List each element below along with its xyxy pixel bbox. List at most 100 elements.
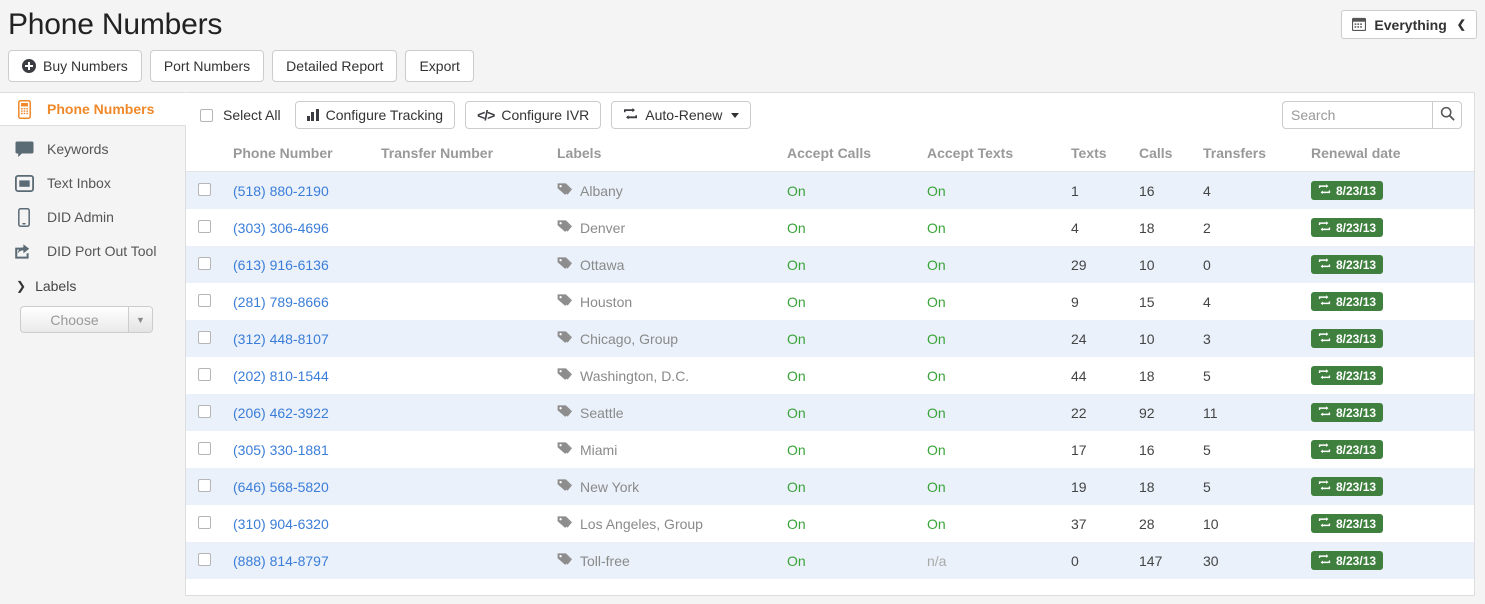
cell-calls: 18 [1133, 468, 1197, 505]
table-header-row: Phone Number Transfer Number Labels Acce… [186, 137, 1474, 172]
cell-texts: 24 [1065, 320, 1133, 357]
cell-labels: Miami [551, 431, 781, 468]
table-row[interactable]: (303) 306-4696DenverOnOn41828/23/13 [186, 209, 1474, 246]
column-header-accept-texts[interactable]: Accept Texts [921, 137, 1065, 172]
labels-section-toggle[interactable]: ❯ Labels [0, 268, 185, 300]
cell-renewal-date: 8/23/13 [1305, 542, 1474, 579]
labels-choose-dropdown[interactable]: Choose ▼ [20, 306, 153, 333]
column-header-transfers[interactable]: Transfers [1197, 137, 1305, 172]
table-row[interactable]: (206) 462-3922SeattleOnOn2292118/23/13 [186, 394, 1474, 431]
accept-calls-status: On [787, 183, 806, 199]
sidebar-item-keywords[interactable]: Keywords [0, 132, 185, 166]
row-checkbox[interactable] [198, 331, 211, 344]
column-header-select [186, 137, 217, 172]
row-checkbox[interactable] [198, 553, 211, 566]
cell-labels: Denver [551, 209, 781, 246]
renewal-date-text: 8/23/13 [1336, 444, 1376, 456]
table-row[interactable]: (305) 330-1881MiamiOnOn171658/23/13 [186, 431, 1474, 468]
search-button[interactable] [1432, 101, 1462, 129]
phone-number-link[interactable]: (305) 330-1881 [233, 442, 329, 458]
table-row[interactable]: (281) 789-8666HoustonOnOn91548/23/13 [186, 283, 1474, 320]
port-numbers-button[interactable]: Port Numbers [150, 50, 264, 82]
renewal-date-badge[interactable]: 8/23/13 [1311, 218, 1383, 237]
renewal-date-badge[interactable]: 8/23/13 [1311, 255, 1383, 274]
buy-numbers-label: Buy Numbers [43, 58, 128, 74]
renewal-date-badge[interactable]: 8/23/13 [1311, 329, 1383, 348]
retweet-icon [623, 107, 638, 123]
sidebar-item-did-admin[interactable]: DID Admin [0, 200, 185, 234]
phone-number-link[interactable]: (888) 814-8797 [233, 553, 329, 569]
column-header-calls[interactable]: Calls [1133, 137, 1197, 172]
search-input[interactable] [1282, 101, 1432, 129]
sidebar-item-label: DID Admin [47, 209, 114, 225]
row-checkbox[interactable] [198, 479, 211, 492]
label-text: Denver [580, 220, 625, 236]
phone-number-link[interactable]: (646) 568-5820 [233, 479, 329, 495]
phone-number-link[interactable]: (312) 448-8107 [233, 331, 329, 347]
date-range-picker[interactable]: Everything ❮ [1341, 10, 1477, 39]
table-row[interactable]: (888) 814-8797Toll-freeOnn/a0147308/23/1… [186, 542, 1474, 579]
column-header-texts[interactable]: Texts [1065, 137, 1133, 172]
table-row[interactable]: (202) 810-1544Washington, D.C.OnOn441858… [186, 357, 1474, 394]
sidebar-item-text-inbox[interactable]: Text Inbox [0, 166, 185, 200]
row-checkbox[interactable] [198, 368, 211, 381]
column-header-labels[interactable]: Labels [551, 137, 781, 172]
phone-number-link[interactable]: (310) 904-6320 [233, 516, 329, 532]
comment-icon [14, 139, 34, 159]
renewal-date-badge[interactable]: 8/23/13 [1311, 477, 1383, 496]
auto-renew-button[interactable]: Auto-Renew [611, 101, 751, 129]
configure-tracking-button[interactable]: Configure Tracking [295, 101, 456, 129]
caret-down-icon: ▼ [128, 307, 152, 332]
table-row[interactable]: (518) 880-2190AlbanyOnOn11648/23/13 [186, 172, 1474, 210]
cell-renewal-date: 8/23/13 [1305, 172, 1474, 210]
row-checkbox[interactable] [198, 516, 211, 529]
export-button[interactable]: Export [405, 50, 473, 82]
cell-phone-number: (312) 448-8107 [217, 320, 375, 357]
phone-number-link[interactable]: (613) 916-6136 [233, 257, 329, 273]
row-select-cell [186, 246, 217, 283]
column-header-transfer-number[interactable]: Transfer Number [375, 137, 551, 172]
row-checkbox[interactable] [198, 442, 211, 455]
cell-texts: 29 [1065, 246, 1133, 283]
label-text: Miami [580, 442, 617, 458]
renewal-date-badge[interactable]: 8/23/13 [1311, 366, 1383, 385]
table-row[interactable]: (312) 448-8107Chicago, GroupOnOn241038/2… [186, 320, 1474, 357]
phone-number-link[interactable]: (518) 880-2190 [233, 183, 329, 199]
renewal-date-text: 8/23/13 [1336, 407, 1376, 419]
detailed-report-button[interactable]: Detailed Report [272, 50, 397, 82]
row-select-cell [186, 505, 217, 542]
select-all-checkbox[interactable] [200, 109, 213, 122]
sidebar-item-did-port-out-tool[interactable]: DID Port Out Tool [0, 234, 185, 268]
phone-number-link[interactable]: (206) 462-3922 [233, 405, 329, 421]
renewal-date-badge[interactable]: 8/23/13 [1311, 551, 1383, 570]
table-row[interactable]: (310) 904-6320Los Angeles, GroupOnOn3728… [186, 505, 1474, 542]
cell-phone-number: (281) 789-8666 [217, 283, 375, 320]
configure-ivr-button[interactable]: </> Configure IVR [465, 101, 601, 129]
tag-icon [557, 219, 572, 236]
table-row[interactable]: (646) 568-5820New YorkOnOn191858/23/13 [186, 468, 1474, 505]
column-header-phone-number[interactable]: Phone Number [217, 137, 375, 172]
column-header-renewal-date[interactable]: Renewal date [1305, 137, 1474, 172]
renewal-date-badge[interactable]: 8/23/13 [1311, 292, 1383, 311]
phone-number-link[interactable]: (202) 810-1544 [233, 368, 329, 384]
row-checkbox[interactable] [198, 183, 211, 196]
row-checkbox[interactable] [198, 220, 211, 233]
renewal-date-badge[interactable]: 8/23/13 [1311, 440, 1383, 459]
phone-number-link[interactable]: (281) 789-8666 [233, 294, 329, 310]
column-header-accept-calls[interactable]: Accept Calls [781, 137, 921, 172]
bar-chart-icon [307, 109, 319, 121]
cell-accept-calls: On [781, 172, 921, 210]
accept-texts-status: On [927, 405, 946, 421]
sidebar-item-phone-numbers[interactable]: Phone Numbers [0, 92, 186, 126]
renewal-date-badge[interactable]: 8/23/13 [1311, 403, 1383, 422]
table-row[interactable]: (613) 916-6136OttawaOnOn291008/23/13 [186, 246, 1474, 283]
renewal-date-badge[interactable]: 8/23/13 [1311, 514, 1383, 533]
renewal-date-badge[interactable]: 8/23/13 [1311, 181, 1383, 200]
tag-icon [557, 552, 572, 569]
row-checkbox[interactable] [198, 405, 211, 418]
code-icon: </> [477, 107, 494, 123]
row-checkbox[interactable] [198, 257, 211, 270]
buy-numbers-button[interactable]: Buy Numbers [8, 50, 142, 82]
row-checkbox[interactable] [198, 294, 211, 307]
phone-number-link[interactable]: (303) 306-4696 [233, 220, 329, 236]
